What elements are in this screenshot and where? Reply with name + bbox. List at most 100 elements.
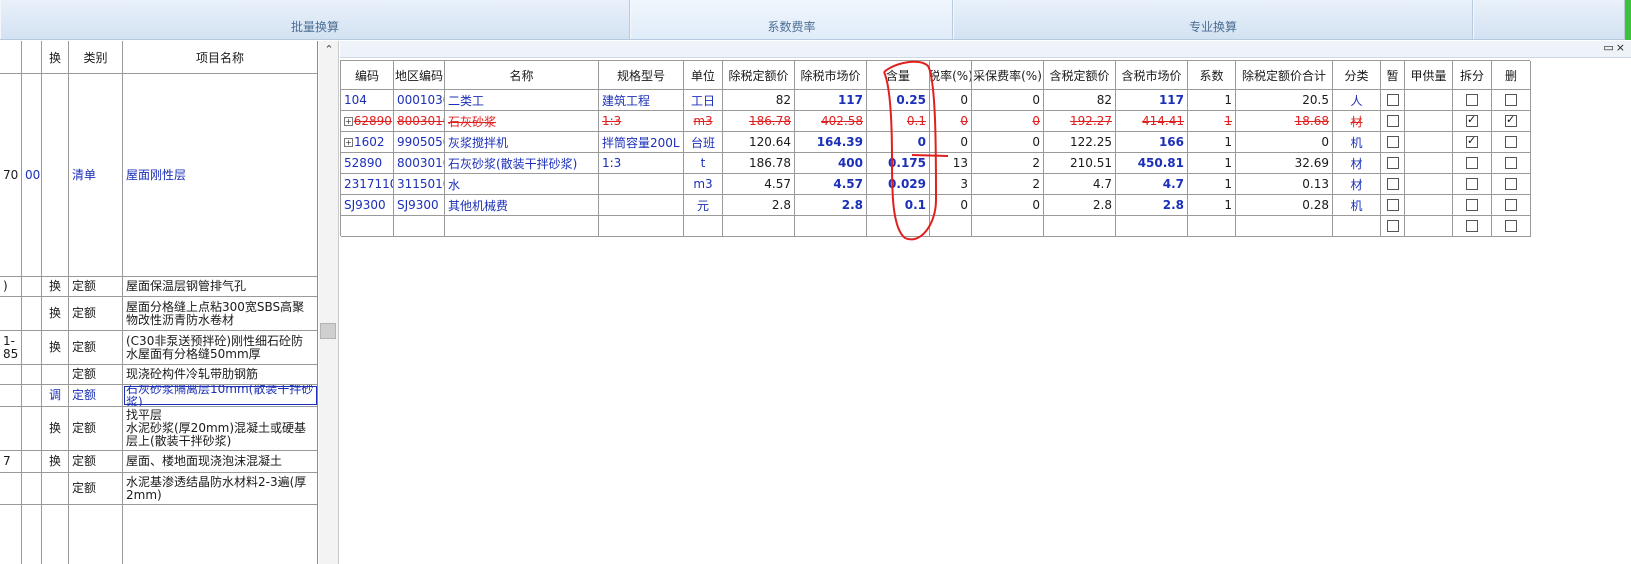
grid-cell-tmp[interactable]: [1381, 216, 1405, 237]
checkbox[interactable]: [1505, 199, 1517, 211]
grid-row[interactable]: 104 00010301 二类工 建筑工程 工日 82 117 0.25 0 0 82 117 1 20.…: [341, 90, 1531, 111]
left-vertical-scrollbar[interactable]: ⌃: [319, 41, 339, 564]
grid-header-cell[interactable]: 含税定额价: [1044, 61, 1116, 90]
grid-header-cell[interactable]: 名称: [445, 61, 599, 90]
checkbox[interactable]: [1386, 157, 1399, 169]
grid-cell-tmp[interactable]: [1381, 195, 1405, 216]
grid-header-cell[interactable]: 分类: [1333, 61, 1381, 90]
grid-cell-tmp[interactable]: [1381, 90, 1405, 111]
grid-cell-del[interactable]: [1492, 216, 1531, 237]
tab-coefficient-rate[interactable]: 系数费率: [630, 0, 953, 39]
checkbox[interactable]: [1386, 220, 1399, 232]
grid-header-cell[interactable]: 编码: [341, 61, 394, 90]
left-list-row[interactable]: 70001 清单屋面刚性层: [0, 74, 317, 277]
grid-header-cell[interactable]: 除税定额价: [723, 61, 795, 90]
grid-cell-tmp[interactable]: [1381, 174, 1405, 195]
row-swap-flag: [42, 365, 69, 384]
checkbox[interactable]: [1505, 136, 1517, 148]
tab-professional-conversion[interactable]: 专业换算: [953, 0, 1473, 39]
grid-cell-del[interactable]: [1492, 195, 1531, 216]
cell-text: 13: [952, 156, 968, 170]
grid-header-cell[interactable]: 采保费率(%): [972, 61, 1044, 90]
grid-row-empty[interactable]: [341, 216, 1531, 237]
cell-text: 0: [960, 198, 968, 212]
empty-cell: [69, 505, 123, 564]
cell-text: 450.81: [1137, 156, 1184, 170]
grid-cell-tmp[interactable]: [1381, 132, 1405, 153]
left-list-row[interactable]: 调定额 石灰砂浆隔离层10mm(散装干拌砂浆): [0, 385, 317, 407]
checkbox[interactable]: [1505, 157, 1517, 169]
grid-header-cell[interactable]: 除税市场价: [795, 61, 867, 90]
grid-cell-split[interactable]: [1453, 153, 1492, 174]
row-code-fragment: [0, 365, 22, 384]
left-list-row[interactable]: 定额 现浇砼构件冷轧带肋钢筋: [0, 365, 317, 385]
grid-header-cell[interactable]: 含量: [867, 61, 930, 90]
grid-cell-del[interactable]: [1492, 132, 1531, 153]
grid-cell-split[interactable]: [1453, 111, 1492, 132]
grid-cell-tmp[interactable]: [1381, 111, 1405, 132]
checkbox[interactable]: [1386, 199, 1399, 211]
checkbox[interactable]: [1505, 113, 1517, 127]
grid-cell-split[interactable]: [1453, 174, 1492, 195]
checkbox[interactable]: [1466, 178, 1478, 190]
grid-cell-split[interactable]: [1453, 195, 1492, 216]
grid-cell-del[interactable]: [1492, 111, 1531, 132]
checkbox[interactable]: [1466, 220, 1478, 232]
grid-row[interactable]: +6289080030105石灰砂浆1:3m3186.78402.580.100…: [341, 111, 1531, 132]
grid-cell-cat: 人: [1333, 90, 1381, 111]
expand-plus-icon[interactable]: +: [344, 116, 353, 126]
grid-cell-region: SJ9300: [394, 195, 445, 216]
scroll-thumb[interactable]: [320, 323, 336, 339]
left-list-row[interactable]: 7 换定额 屋面、楼地面现浇泡沫混凝土: [0, 451, 317, 473]
grid-header-cell[interactable]: 删: [1492, 61, 1531, 90]
grid-row[interactable]: 52890 80030105 石灰砂浆(散装干拌砂浆) 1:3 t 186.78 400 0.…: [341, 153, 1531, 174]
checkbox[interactable]: [1386, 136, 1399, 148]
grid-cell-del[interactable]: [1492, 174, 1531, 195]
checkbox[interactable]: [1386, 94, 1399, 106]
grid-row[interactable]: SJ9300 SJ9300 其他机械费 元 2.8 2.8 0.1 0 0 2.8 2.8 1 0.28…: [341, 195, 1531, 216]
left-list-row[interactable]: 定额 水泥基渗透结晶防水材料2-3遍(厚2mm): [0, 473, 317, 505]
tab-batch-conversion[interactable]: 批量换算: [0, 0, 630, 39]
grid-header-cell[interactable]: 规格型号: [599, 61, 684, 90]
grid-header-cell[interactable]: 拆分: [1453, 61, 1492, 90]
grid-cell-p1: 186.78: [723, 111, 795, 132]
checkbox[interactable]: [1466, 134, 1478, 148]
grid-cell-del[interactable]: [1492, 153, 1531, 174]
grid-header-cell[interactable]: 甲供量: [1405, 61, 1453, 90]
left-list-row[interactable]: 换定额 屋面分格缝上点粘300宽SBS高聚物改性沥青防水卷材: [0, 297, 317, 331]
scroll-up-arrow-icon[interactable]: ⌃: [319, 43, 339, 56]
checkbox[interactable]: [1466, 94, 1478, 106]
grid-cell-fee: 0: [972, 111, 1044, 132]
checkbox[interactable]: [1466, 113, 1478, 127]
grid-cell-split[interactable]: [1453, 90, 1492, 111]
grid-row[interactable]: +160299050503灰浆搅拌机拌筒容量200L台班120.64164.39…: [341, 132, 1531, 153]
grid-header-cell[interactable]: 暂: [1381, 61, 1405, 90]
grid-cell-split[interactable]: [1453, 216, 1492, 237]
left-list-row[interactable]: ) 换定额 屋面保温层钢管排气孔: [0, 277, 317, 297]
grid-header-cell[interactable]: 地区编码: [394, 61, 445, 90]
row-swap-flag: 换: [42, 407, 69, 450]
grid-header-cell[interactable]: 除税定额价合计: [1236, 61, 1333, 90]
tab-extra[interactable]: [1473, 0, 1625, 39]
cell-text: 工日: [690, 93, 715, 108]
checkbox[interactable]: [1505, 220, 1517, 232]
grid-cell-region: 80030105: [394, 153, 445, 174]
grid-cell-split[interactable]: [1453, 132, 1492, 153]
checkbox[interactable]: [1466, 199, 1478, 211]
grid-header-cell[interactable]: 单位: [684, 61, 723, 90]
grid-header-cell[interactable]: 系数: [1188, 61, 1236, 90]
checkbox[interactable]: [1505, 94, 1517, 106]
left-list-row[interactable]: 换定额 找平层 水泥砂浆(厚20mm)混凝土或硬基层上(散装干拌砂浆): [0, 407, 317, 451]
left-list-row[interactable]: 1-85 换定额 (C30非泵送预拌砼)刚性细石砼防水屋面有分格缝50mm厚: [0, 331, 317, 365]
grid-header-cell[interactable]: 含税市场价: [1116, 61, 1188, 90]
grid-cell-tmp[interactable]: [1381, 153, 1405, 174]
checkbox[interactable]: [1466, 157, 1478, 169]
window-buttons[interactable]: ▭×: [1603, 41, 1627, 54]
grid-header-cell[interactable]: 税率(%): [930, 61, 972, 90]
checkbox[interactable]: [1386, 178, 1399, 190]
expand-plus-icon[interactable]: +: [344, 137, 353, 147]
grid-cell-del[interactable]: [1492, 90, 1531, 111]
checkbox[interactable]: [1386, 115, 1399, 127]
checkbox[interactable]: [1505, 178, 1517, 190]
grid-row[interactable]: 231711031150101 水 m3 4.57 4.57 0.029 3 2 4.7 4.7 1…: [341, 174, 1531, 195]
